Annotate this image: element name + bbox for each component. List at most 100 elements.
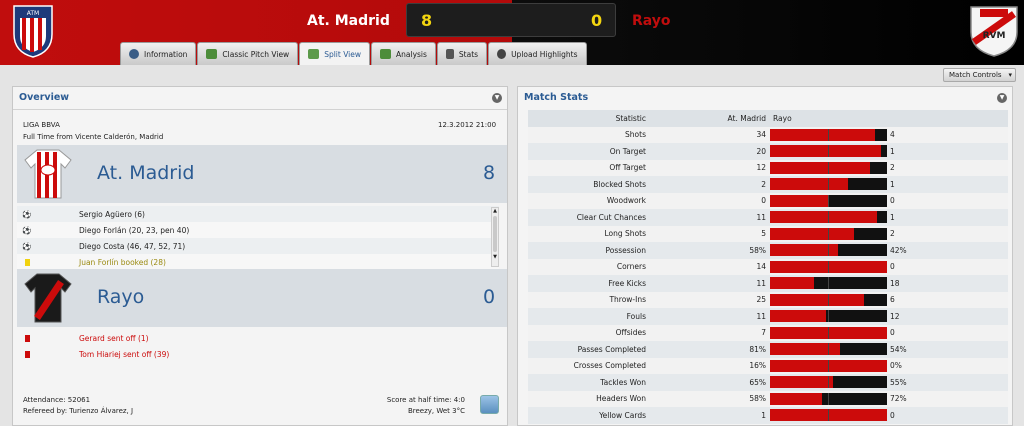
home-crest: ATM <box>12 4 54 58</box>
stat-name: On Target <box>609 146 646 156</box>
tab-upload-highlights[interactable]: Upload Highlights <box>488 42 587 65</box>
overview-menu-icon[interactable]: ▼ <box>492 93 502 103</box>
stat-home-value: 11 <box>756 311 766 321</box>
stat-bar <box>770 194 887 207</box>
tab-split-view[interactable]: Split View <box>299 42 370 65</box>
stat-bar-home-fill <box>770 161 871 174</box>
away-team-title: Rayo <box>97 286 145 308</box>
tab-information[interactable]: Information <box>120 42 197 65</box>
match-controls-button[interactable]: Match Controls ▾ <box>943 68 1016 82</box>
events-scrollbar[interactable]: ▲ ▼ <box>491 207 499 267</box>
col-home: At. Madrid <box>727 113 766 123</box>
stat-away-value: 2 <box>890 163 895 173</box>
overview-title: Overview <box>19 92 70 103</box>
table-row: Clear Cut Chances 11 1 <box>528 209 1008 226</box>
table-row: Corners 14 0 <box>528 258 1008 275</box>
stat-name: Woodwork <box>606 196 646 206</box>
table-row: Throw-Ins 25 6 <box>528 291 1008 308</box>
stat-bar <box>770 376 887 388</box>
stat-away-value: 0 <box>890 410 895 420</box>
stat-name: Yellow Cards <box>599 410 646 420</box>
stat-away-value: 0% <box>890 361 902 371</box>
tab-classic-pitch-view[interactable]: Classic Pitch View <box>197 42 299 65</box>
stat-away-value: 72% <box>890 394 907 404</box>
stat-bar <box>770 277 887 289</box>
stat-away-value: 4 <box>890 130 895 140</box>
stat-bar-midline <box>828 376 829 388</box>
competition-label: LIGA BBVA <box>23 121 60 129</box>
analysis-icon <box>380 49 391 59</box>
stat-name: Fouls <box>626 311 646 321</box>
stat-bar-home-fill <box>770 392 823 405</box>
stat-away-value: 0 <box>890 262 895 272</box>
svg-text:ATM: ATM <box>27 10 39 17</box>
match-datetime: 12.3.2012 21:00 <box>438 121 497 129</box>
tab-analysis[interactable]: Analysis <box>371 42 436 65</box>
stat-home-value: 0 <box>761 196 766 206</box>
scrollbar-thumb[interactable] <box>493 216 497 252</box>
table-row: Crosses Completed 16% 0% <box>528 357 1008 374</box>
stat-home-value: 58% <box>749 245 766 255</box>
stat-bar-midline <box>828 211 829 223</box>
away-score: 0 <box>591 11 603 30</box>
match-stats-menu-icon[interactable]: ▼ <box>997 93 1007 103</box>
divider <box>13 109 507 110</box>
stat-bar <box>770 392 887 405</box>
stat-bar <box>770 359 887 372</box>
match-header: ATM At. Madrid 8 0 Rayo RVM Information … <box>0 0 1024 65</box>
stat-bar-home-fill <box>770 227 854 240</box>
stat-bar <box>770 310 887 322</box>
away-team-score: 0 <box>483 286 496 308</box>
table-row: Tackles Won 65% 55% <box>528 374 1008 391</box>
stat-away-value: 1 <box>890 212 895 222</box>
match-controls-label: Match Controls <box>949 71 1002 79</box>
table-row: Blocked Shots 2 1 <box>528 176 1008 193</box>
home-team-title: At. Madrid <box>97 162 195 184</box>
stat-bar <box>770 227 887 240</box>
away-team-block: Rayo 0 <box>17 269 507 327</box>
scroll-down-icon[interactable]: ▼ <box>492 254 498 260</box>
stat-bar-midline <box>828 277 829 289</box>
weather-label: Breezy, Wet 3°C <box>407 407 465 415</box>
stat-away-value: 12 <box>890 311 900 321</box>
table-row: Long Shots 5 2 <box>528 225 1008 242</box>
stat-bar <box>770 326 887 339</box>
home-score: 8 <box>421 11 433 30</box>
table-row: Passes Completed 81% 54% <box>528 341 1008 358</box>
stat-bar-home-fill <box>770 376 834 388</box>
tab-stats[interactable]: Stats <box>436 42 488 65</box>
stat-bar-midline <box>828 260 829 273</box>
yellow-card-icon <box>25 258 30 266</box>
stat-name: Passes Completed <box>577 344 646 354</box>
upload-icon <box>497 49 507 59</box>
stat-name: Free Kicks <box>608 278 646 288</box>
stat-home-value: 5 <box>761 229 766 239</box>
away-crest: RVM <box>968 4 1020 58</box>
stat-away-value: 54% <box>890 344 907 354</box>
stat-bar-home-fill <box>770 145 882 157</box>
stat-bar-midline <box>828 293 829 306</box>
stats-icon <box>445 49 454 59</box>
svg-text:RVM: RVM <box>983 31 1006 41</box>
list-item: Tom Hiariej sent off (39) <box>17 346 499 362</box>
stat-away-value: 6 <box>890 295 895 305</box>
stat-home-value: 11 <box>756 278 766 288</box>
list-item: Gerard sent off (1) <box>17 330 499 346</box>
stat-home-value: 14 <box>756 262 766 272</box>
stat-name: Long Shots <box>604 229 646 239</box>
venue-label: Full Time from Vicente Calderón, Madrid <box>23 133 164 141</box>
stat-bar-midline <box>828 178 829 190</box>
stat-bar-midline <box>828 244 829 256</box>
stat-bar-midline <box>828 359 829 372</box>
halftime-score-label: Score at half time: 4:0 <box>386 396 465 404</box>
stat-bar-home-fill <box>770 178 848 190</box>
scroll-up-icon[interactable]: ▲ <box>492 208 498 214</box>
list-item: ⚽ Diego Forlán (20, 23, pen 40) <box>17 222 499 238</box>
match-stats-title: Match Stats <box>524 92 589 103</box>
home-team-score: 8 <box>483 162 496 184</box>
home-kit-icon <box>23 148 73 202</box>
stat-away-value: 42% <box>890 245 907 255</box>
stat-bar-midline <box>828 128 829 141</box>
stat-bar-home-fill <box>770 293 865 306</box>
stat-home-value: 20 <box>756 146 766 156</box>
